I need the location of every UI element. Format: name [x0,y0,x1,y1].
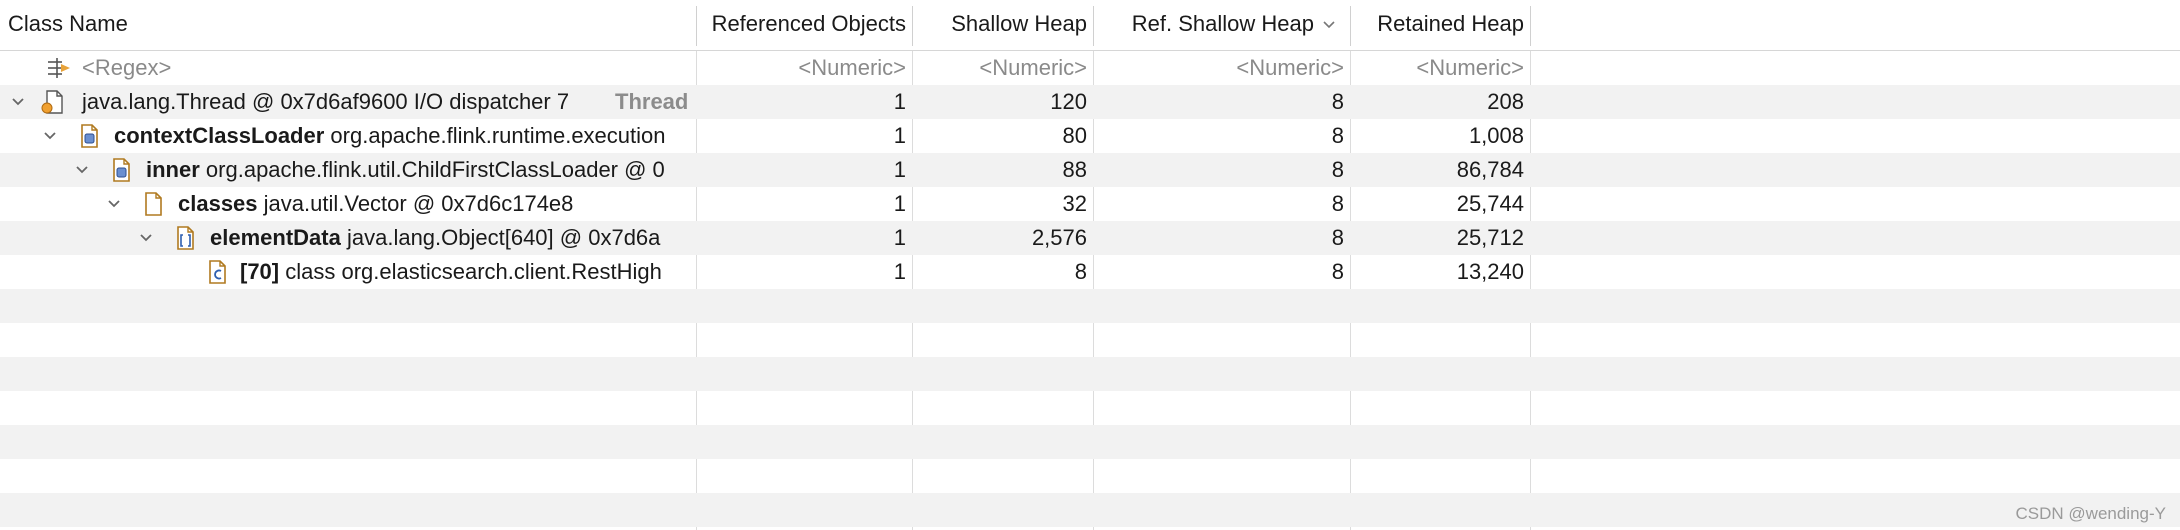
field-name: classes [178,191,258,216]
shallow-heap-cell: 80 [1062,123,1087,148]
shallow-heap-cell: 8 [1074,259,1087,284]
field-name: inner [146,157,200,182]
object-description: org.apache.flink.runtime.execution [330,123,666,148]
ref-shallow-heap-cell: 8 [1331,191,1344,216]
column-header-referenced-objects[interactable]: Referenced Objects [697,0,912,50]
retained-heap-cell: 25,712 [1456,225,1524,250]
object-description: class org.elasticsearch.client.RestHigh [285,259,662,284]
class-name-cell: inner org.apache.flink.util.ChildFirstCl… [0,153,696,187]
referenced-objects-cell: 1 [893,89,906,114]
empty-row [0,493,2180,527]
referenced-objects-cell: 1 [893,225,906,250]
column-header-class-name[interactable]: Class Name [0,0,696,50]
table-row[interactable]: classes java.util.Vector @ 0x7d6c174e8 1… [0,187,2180,221]
field-name: contextClassLoader [114,123,325,148]
referenced-objects-cell: 1 [893,259,906,284]
empty-row [0,425,2180,459]
shallow-heap-filter-input[interactable]: <Numeric> [913,51,1093,85]
regex-filter-icon [48,58,70,78]
table-row[interactable]: [70] class org.elasticsearch.client.Rest… [0,255,2180,289]
empty-row [0,391,2180,425]
classloader-object-icon [81,124,98,148]
array-object-icon [177,226,194,250]
referenced-objects-cell: 1 [893,191,906,216]
class-name-cell: elementData java.lang.Object[640] @ 0x7d… [0,221,696,255]
column-header-ref-shallow-heap-label: Ref. Shallow Heap [1131,11,1314,36]
column-header-ref-shallow-heap[interactable]: Ref. Shallow Heap [1094,0,1350,50]
column-header-retained-heap[interactable]: Retained Heap [1351,0,1530,50]
row-label: elementData java.lang.Object[640] @ 0x7d… [210,221,660,255]
table-row[interactable]: inner org.apache.flink.util.ChildFirstCl… [0,153,2180,187]
retained-heap-filter-input[interactable]: <Numeric> [1351,51,1530,85]
class-name-cell: classes java.util.Vector @ 0x7d6c174e8 [0,187,696,221]
watermark: CSDN @wending-Y [2015,504,2166,523]
empty-row [0,459,2180,493]
row-label: contextClassLoader org.apache.flink.runt… [114,119,666,153]
chevron-down-icon[interactable] [10,94,26,110]
column-divider[interactable] [696,6,697,46]
empty-row [0,323,2180,357]
class-name-cell: contextClassLoader org.apache.flink.runt… [0,119,696,153]
empty-row [0,357,2180,391]
retained-heap-cell: 13,240 [1456,259,1524,284]
chevron-down-icon[interactable] [138,230,154,246]
object-description: java.util.Vector @ 0x7d6c174e8 [263,191,574,216]
retained-heap-cell: 25,744 [1456,191,1524,216]
class-name-cell: java.lang.Thread @ 0x7d6af9600 I/O dispa… [0,85,696,119]
filter-row: <Regex> <Numeric> <Numeric> <Numeric> <N… [0,51,2180,85]
retained-heap-cell: 1,008 [1468,123,1524,148]
object-icon [145,192,162,216]
table-row[interactable]: elementData java.lang.Object[640] @ 0x7d… [0,221,2180,255]
field-name: [70] [240,259,280,284]
column-divider[interactable] [1093,6,1094,46]
ref-shallow-heap-cell: 8 [1331,225,1344,250]
referenced-objects-filter-input[interactable]: <Numeric> [697,51,912,85]
referenced-objects-cell: 1 [893,157,906,182]
object-description: org.apache.flink.util.ChildFirstClassLoa… [205,157,665,182]
ref-shallow-heap-cell: 8 [1331,123,1344,148]
retained-heap-cell: 86,784 [1456,157,1524,182]
column-divider[interactable] [912,6,913,46]
ref-shallow-heap-cell: 8 [1331,259,1344,284]
ref-shallow-heap-cell: 8 [1331,157,1344,182]
table-header: Class Name Referenced Objects Shallow He… [0,0,2180,51]
retained-heap-cell: 208 [1487,89,1524,114]
column-divider[interactable] [1350,6,1351,46]
chevron-down-icon[interactable] [74,162,90,178]
table-row[interactable]: contextClassLoader org.apache.flink.runt… [0,119,2180,153]
shallow-heap-cell: 120 [1050,89,1087,114]
empty-row [0,289,2180,323]
ref-shallow-heap-filter-input[interactable]: <Numeric> [1094,51,1350,85]
thread-object-icon [41,90,63,114]
name-filter-cell[interactable]: <Regex> [0,51,696,85]
row-label: inner org.apache.flink.util.ChildFirstCl… [146,153,665,187]
class-name-cell: [70] class org.elasticsearch.client.Rest… [0,255,696,289]
ref-shallow-heap-cell: 8 [1331,89,1344,114]
field-name: elementData [210,225,341,250]
name-filter-input[interactable]: <Regex> [82,51,171,85]
row-label: [70] class org.elasticsearch.client.Rest… [240,255,662,289]
column-divider[interactable] [1530,6,1531,46]
histogram-table: Class Name Referenced Objects Shallow He… [0,0,2180,530]
chevron-down-icon[interactable] [106,196,122,212]
shallow-heap-cell: 88 [1062,157,1087,182]
table-row[interactable]: java.lang.Thread @ 0x7d6af9600 I/O dispa… [0,85,2180,119]
shallow-heap-cell: 32 [1062,191,1087,216]
row-label: java.lang.Thread @ 0x7d6af9600 I/O dispa… [82,89,570,114]
column-header-shallow-heap[interactable]: Shallow Heap [913,0,1093,50]
row-suffix: Thread [615,89,689,114]
object-description: java.lang.Object[640] @ 0x7d6a [346,225,661,250]
chevron-down-icon[interactable] [1322,18,1336,32]
classloader-object-icon [113,158,130,182]
referenced-objects-cell: 1 [893,123,906,148]
chevron-down-icon[interactable] [42,128,58,144]
class-icon [209,260,226,284]
row-label: classes java.util.Vector @ 0x7d6c174e8 [178,187,573,221]
shallow-heap-cell: 2,576 [1031,225,1087,250]
